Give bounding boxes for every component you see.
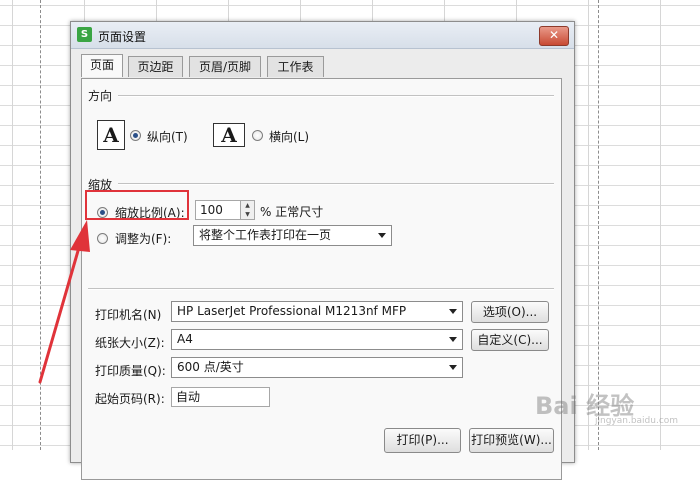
dialog-title: 页面设置	[98, 30, 147, 44]
print-button[interactable]: 打印(P)...	[384, 428, 461, 453]
section-divider	[118, 95, 554, 97]
tab-header-footer[interactable]: 页眉/页脚	[189, 56, 261, 77]
orientation-section-label: 方向	[88, 89, 113, 103]
watermark-sub-text: jingyan.baidu.com	[595, 416, 679, 426]
portrait-page-icon: A	[97, 120, 125, 150]
annotation-highlight-box	[85, 190, 189, 220]
paper-size-value: A4	[177, 332, 193, 346]
page-setup-dialog: S 页面设置 ✕ 页面 页边距 页眉/页脚 工作表 方向 A 纵向(T) A 横…	[70, 21, 575, 480]
options-button[interactable]: 选项(O)...	[471, 301, 549, 323]
chevron-down-icon	[449, 309, 457, 314]
dialog-titlebar[interactable]: S 页面设置 ✕	[71, 22, 574, 49]
fit-select[interactable]: 将整个工作表打印在一页	[193, 225, 392, 246]
landscape-label[interactable]: 横向(L)	[269, 128, 309, 145]
scale-input[interactable]: 100	[195, 200, 241, 220]
paper-size-select[interactable]: A4	[171, 329, 463, 350]
print-quality-select[interactable]: 600 点/英寸	[171, 357, 463, 378]
chevron-down-icon	[449, 337, 457, 342]
paper-size-label: 纸张大小(Z):	[95, 336, 165, 350]
chevron-down-icon	[378, 233, 386, 238]
baidu-jingyan-watermark: Bai 经验 jingyan.baidu.com	[535, 370, 695, 430]
print-quality-label: 打印质量(Q):	[95, 364, 166, 378]
custom-button[interactable]: 自定义(C)...	[471, 329, 549, 351]
tab-margins[interactable]: 页边距	[128, 56, 183, 77]
spin-up-icon[interactable]: ▲	[241, 201, 254, 210]
spin-down-icon[interactable]: ▼	[241, 210, 254, 219]
scale-spinner[interactable]: ▲ ▼	[241, 200, 255, 220]
start-page-label: 起始页码(R):	[95, 392, 165, 406]
fit-select-value: 将整个工作表打印在一页	[199, 228, 332, 242]
app-logo-icon: S	[77, 27, 92, 42]
portrait-label[interactable]: 纵向(T)	[147, 128, 188, 145]
fit-label[interactable]: 调整为(F):	[115, 230, 171, 247]
print-preview-button[interactable]: 打印预览(W)...	[469, 428, 554, 453]
print-quality-value: 600 点/英寸	[177, 360, 244, 374]
scale-suffix: % 正常尺寸	[260, 205, 324, 219]
portrait-radio[interactable]	[130, 130, 141, 141]
landscape-page-icon: A	[213, 123, 245, 147]
close-button[interactable]: ✕	[539, 26, 569, 46]
printer-select[interactable]: HP LaserJet Professional M1213nf MFP	[171, 301, 463, 322]
section-divider	[118, 183, 554, 185]
printer-select-value: HP LaserJet Professional M1213nf MFP	[177, 304, 407, 318]
page-break-line	[40, 0, 41, 450]
printer-label: 打印机名(N)	[95, 308, 162, 322]
start-page-input[interactable]: 自动	[171, 387, 270, 407]
tab-panel-page: 方向 A 纵向(T) A 横向(L) 缩放 缩放比例(A): 100 ▲ ▼ %…	[81, 78, 562, 480]
section-divider	[88, 288, 554, 290]
fit-radio[interactable]	[97, 233, 108, 244]
chevron-down-icon	[449, 365, 457, 370]
tab-sheet[interactable]: 工作表	[267, 56, 324, 77]
tab-page[interactable]: 页面	[81, 54, 123, 77]
landscape-radio[interactable]	[252, 130, 263, 141]
